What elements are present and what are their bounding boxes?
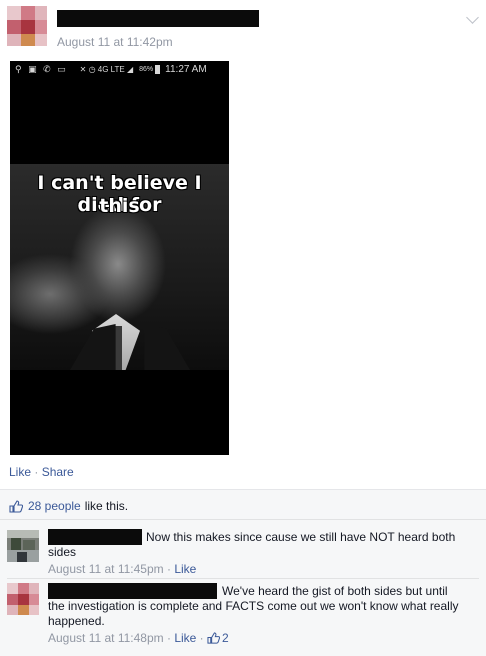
comment-2-text-line-1: We've heard the gist of both sides but u… bbox=[222, 584, 448, 598]
likes-count-link[interactable]: 28 people bbox=[28, 499, 81, 513]
thumbs-up-icon bbox=[9, 499, 23, 513]
comment-2-like-link[interactable]: Like bbox=[174, 631, 196, 645]
comment-1-like-link[interactable]: Like bbox=[174, 562, 196, 576]
separator-dot: · bbox=[34, 465, 42, 479]
comment-2-timestamp[interactable]: August 11 at 11:48pm bbox=[48, 631, 164, 645]
comment-1-text-line-2: sides bbox=[48, 545, 77, 559]
author-name-redacted[interactable] bbox=[57, 10, 259, 27]
thumbs-up-icon[interactable] bbox=[207, 632, 220, 644]
share-link[interactable]: Share bbox=[42, 465, 74, 479]
separator-dot: · bbox=[163, 631, 175, 645]
status-time: 11:27 AM bbox=[165, 63, 207, 75]
likes-suffix: like this. bbox=[84, 499, 129, 513]
comment-1-meta: August 11 at 11:45pm · Like bbox=[48, 562, 196, 576]
comment-2-like-count[interactable]: 2 bbox=[222, 631, 229, 645]
author-avatar[interactable] bbox=[7, 6, 47, 46]
commenter-1-avatar[interactable] bbox=[7, 530, 39, 562]
likes-divider bbox=[0, 519, 486, 520]
commenter-2-avatar[interactable] bbox=[7, 583, 39, 615]
likes-summary: 28 people like this. bbox=[9, 499, 128, 513]
status-icons-left: ⚲ ▣ ✆ ▭ bbox=[15, 63, 68, 74]
comment-1-timestamp[interactable]: August 11 at 11:45pm bbox=[48, 562, 164, 576]
status-battery: 86% bbox=[139, 65, 154, 73]
comment-1-text-line-1: Now this makes since cause we still have… bbox=[146, 530, 456, 544]
phone-status-bar: ⚲ ▣ ✆ ▭ ✕ ◷ 4G LTE ◢ 86% 11:27 AM bbox=[10, 61, 229, 77]
commenter-2-name-redacted[interactable] bbox=[48, 583, 217, 599]
comment-2-text-line-3: happened. bbox=[48, 614, 105, 628]
post-timestamp[interactable]: August 11 at 11:42pm bbox=[57, 35, 173, 49]
status-icons-mid: ✕ ◷ 4G LTE ◢ bbox=[79, 64, 134, 74]
post-actions: Like · Share bbox=[9, 465, 74, 479]
separator-dot: · bbox=[196, 631, 207, 645]
chevron-down-icon[interactable] bbox=[466, 11, 479, 24]
comment-2-meta: August 11 at 11:48pm · Like · 2 bbox=[48, 631, 229, 645]
comment-2-text-line-2: the investigation is complete and FACTS … bbox=[48, 599, 459, 613]
meme-caption-line-2: this bbox=[99, 195, 140, 217]
comment-divider bbox=[7, 578, 479, 579]
like-link[interactable]: Like bbox=[9, 465, 31, 479]
battery-icon bbox=[155, 64, 161, 74]
commenter-1-name-redacted[interactable] bbox=[48, 529, 142, 545]
